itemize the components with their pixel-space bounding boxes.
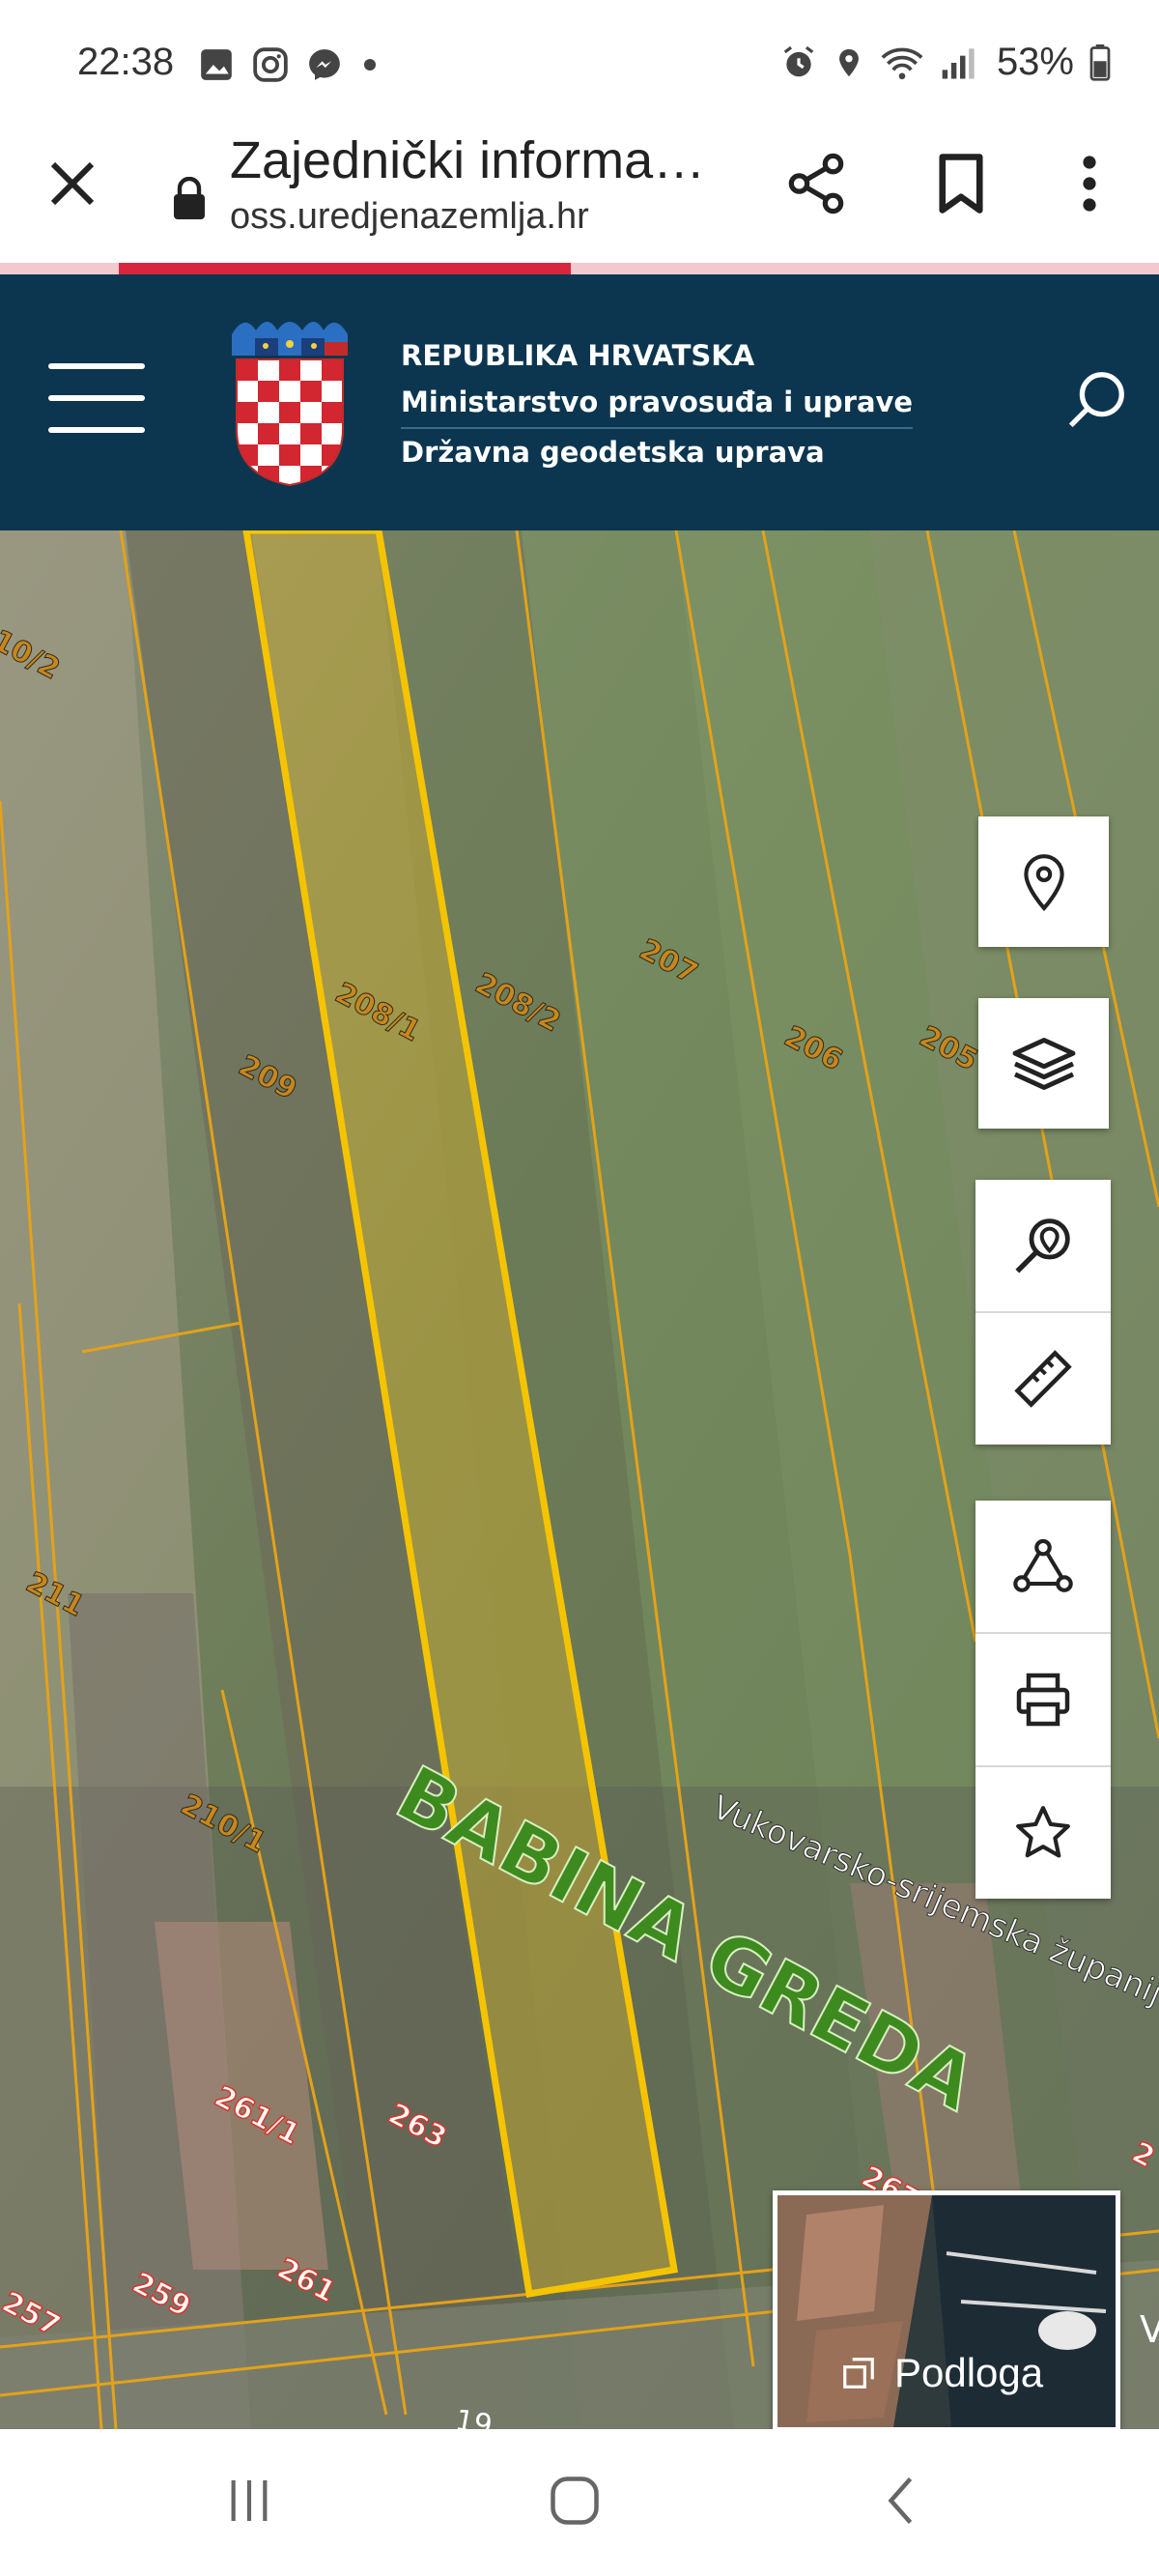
hamburger-menu-button[interactable] bbox=[48, 363, 145, 433]
back-icon[interactable] bbox=[874, 2472, 932, 2530]
polygon-icon bbox=[1013, 1538, 1073, 1592]
croatian-coat-of-arms-logo bbox=[232, 322, 348, 487]
checker-square bbox=[322, 359, 343, 381]
checker-square bbox=[237, 359, 258, 381]
share-icon[interactable] bbox=[782, 150, 850, 217]
print-button[interactable] bbox=[975, 1634, 1111, 1767]
browser-toolbar: Zajednički informa… oss.uredjenazemlja.h… bbox=[0, 130, 1159, 266]
system-navigation-bar bbox=[0, 2429, 1159, 2576]
draw-polygon-button[interactable] bbox=[975, 1501, 1111, 1634]
measure-button[interactable] bbox=[975, 1313, 1111, 1445]
search-location-icon bbox=[1015, 1218, 1070, 1274]
wifi-icon bbox=[881, 47, 923, 79]
checker-square bbox=[258, 381, 279, 402]
agency-label: Državna geodetska uprava bbox=[401, 436, 825, 469]
recent-apps-icon[interactable] bbox=[222, 2474, 276, 2528]
page-title[interactable]: Zajednički informa… bbox=[230, 130, 705, 190]
edge-label-fragment: V bbox=[1140, 2308, 1159, 2351]
dot-icon bbox=[364, 59, 376, 71]
search-icon[interactable] bbox=[1062, 366, 1130, 434]
page-url[interactable]: oss.uredjenazemlja.hr bbox=[230, 196, 589, 238]
gallery-icon bbox=[201, 49, 232, 80]
search-location-button[interactable] bbox=[975, 1180, 1111, 1313]
layers-icon bbox=[1012, 1037, 1075, 1090]
checker-square bbox=[279, 444, 300, 466]
lock-icon[interactable] bbox=[172, 177, 207, 219]
checker-square bbox=[300, 381, 322, 402]
favorite-button[interactable] bbox=[975, 1767, 1111, 1899]
checker-square bbox=[300, 423, 322, 444]
republic-label: REPUBLIKA HRVATSKA bbox=[401, 339, 755, 372]
layers-button[interactable] bbox=[978, 998, 1109, 1129]
bookmark-icon[interactable] bbox=[932, 152, 990, 215]
battery-icon bbox=[1089, 43, 1111, 81]
ministry-label: Ministarstvo pravosuđa i uprave bbox=[401, 379, 914, 429]
status-bar: 22:38 53% bbox=[0, 0, 1159, 130]
battery-percent: 53% bbox=[996, 41, 1074, 83]
my-location-button[interactable] bbox=[978, 816, 1109, 947]
home-icon[interactable] bbox=[546, 2472, 604, 2530]
signal-icon bbox=[942, 47, 975, 78]
more-options-icon[interactable] bbox=[1067, 152, 1112, 215]
location-pin-icon bbox=[1023, 853, 1064, 911]
checker-square bbox=[237, 402, 258, 423]
basemap-label-row: Podloga bbox=[840, 2350, 1043, 2396]
star-icon bbox=[1016, 1806, 1070, 1858]
map-canvas[interactable]: 10/2 208/1 208/2 207 206 205 209 211 210… bbox=[0, 530, 1159, 2429]
basemap-label: Podloga bbox=[894, 2350, 1044, 2395]
draw-print-group bbox=[975, 1501, 1111, 1899]
checker-square bbox=[279, 359, 300, 381]
messenger-icon bbox=[309, 49, 340, 80]
basemap-switcher[interactable]: Podloga bbox=[773, 2190, 1120, 2429]
print-icon bbox=[1016, 1673, 1070, 1727]
page-load-progress-fill bbox=[119, 263, 571, 274]
instagram-icon bbox=[253, 47, 288, 82]
page-load-progress bbox=[0, 263, 1159, 274]
checker-square bbox=[279, 402, 300, 423]
checker-square bbox=[300, 466, 322, 485]
close-icon[interactable] bbox=[43, 155, 101, 213]
location-icon bbox=[839, 48, 859, 76]
basemap-icon bbox=[843, 2358, 874, 2389]
system-icons: 53% bbox=[780, 41, 1111, 84]
search-measure-group bbox=[975, 1180, 1111, 1445]
checker-square bbox=[258, 466, 279, 485]
checker-square bbox=[322, 402, 343, 423]
notification-icons bbox=[198, 46, 380, 83]
site-header: REPUBLIKA HRVATSKA Ministarstvo pravosuđ… bbox=[0, 274, 1159, 530]
cadastral-map[interactable]: 10/2 208/1 208/2 207 206 205 209 211 210… bbox=[0, 530, 1159, 2429]
checker-square bbox=[258, 423, 279, 444]
alarm-icon bbox=[783, 45, 814, 76]
ministry-title-block[interactable]: REPUBLIKA HRVATSKA Ministarstvo pravosuđ… bbox=[401, 332, 914, 475]
ruler-icon bbox=[1014, 1350, 1072, 1408]
status-time: 22:38 bbox=[77, 41, 175, 83]
